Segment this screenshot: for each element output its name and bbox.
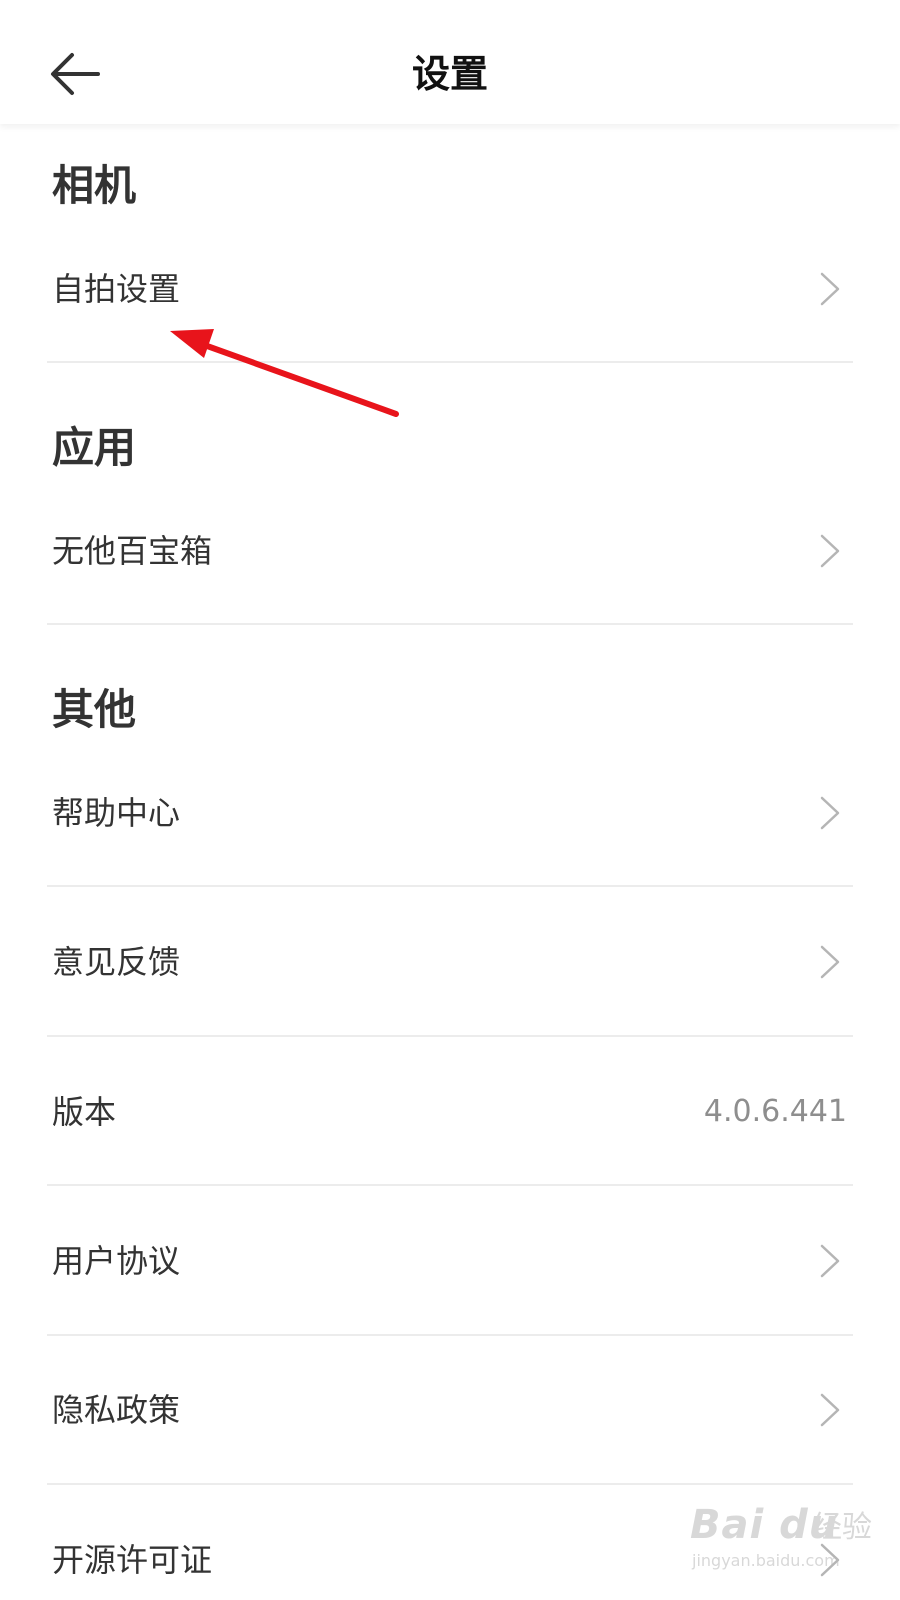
settings-item-label: 意见反馈 — [52, 943, 181, 981]
chevron-right-icon — [820, 272, 840, 306]
divider — [47, 1334, 853, 1336]
settings-item-label: 自拍设置 — [52, 270, 181, 308]
divider — [47, 1483, 853, 1485]
version-value: 4.0.6.441 — [703, 1094, 847, 1129]
chevron-right-icon — [820, 1244, 840, 1278]
settings-item-help-center[interactable]: 帮助中心 — [47, 789, 853, 837]
watermark-text: 经验 — [812, 1510, 872, 1545]
settings-item-selfie-settings[interactable]: 自拍设置 — [47, 265, 853, 313]
settings-item-label: 用户协议 — [52, 1242, 181, 1280]
chevron-right-icon — [820, 1393, 840, 1427]
settings-item-toolbox[interactable]: 无他百宝箱 — [47, 527, 853, 575]
page-title: 设置 — [411, 52, 488, 96]
divider — [47, 885, 853, 887]
section-title-other: 其他 — [52, 685, 137, 734]
app-header: 设置 — [0, 0, 900, 124]
settings-item-label: 无他百宝箱 — [52, 532, 213, 570]
settings-item-label: 隐私政策 — [52, 1391, 181, 1429]
settings-item-version: 版本 4.0.6.441 — [47, 1088, 853, 1136]
settings-item-privacy-policy[interactable]: 隐私政策 — [47, 1386, 853, 1434]
settings-item-feedback[interactable]: 意见反馈 — [47, 938, 853, 986]
settings-item-label: 开源许可证 — [52, 1541, 213, 1579]
divider — [47, 361, 853, 363]
chevron-right-icon — [820, 945, 840, 979]
divider — [47, 1035, 853, 1037]
watermark-url: jingyan.baidu.com — [692, 1551, 840, 1570]
settings-item-label: 版本 — [52, 1093, 117, 1131]
section-title-camera: 相机 — [52, 161, 137, 210]
chevron-right-icon — [820, 534, 840, 568]
settings-item-label: 帮助中心 — [52, 794, 181, 832]
divider — [47, 1184, 853, 1186]
watermark: Bai du 经验 jingyan.baidu.com — [690, 1500, 880, 1580]
settings-item-user-agreement[interactable]: 用户协议 — [47, 1237, 853, 1285]
section-title-apps: 应用 — [52, 423, 137, 472]
divider — [47, 623, 853, 625]
chevron-right-icon — [820, 796, 840, 830]
